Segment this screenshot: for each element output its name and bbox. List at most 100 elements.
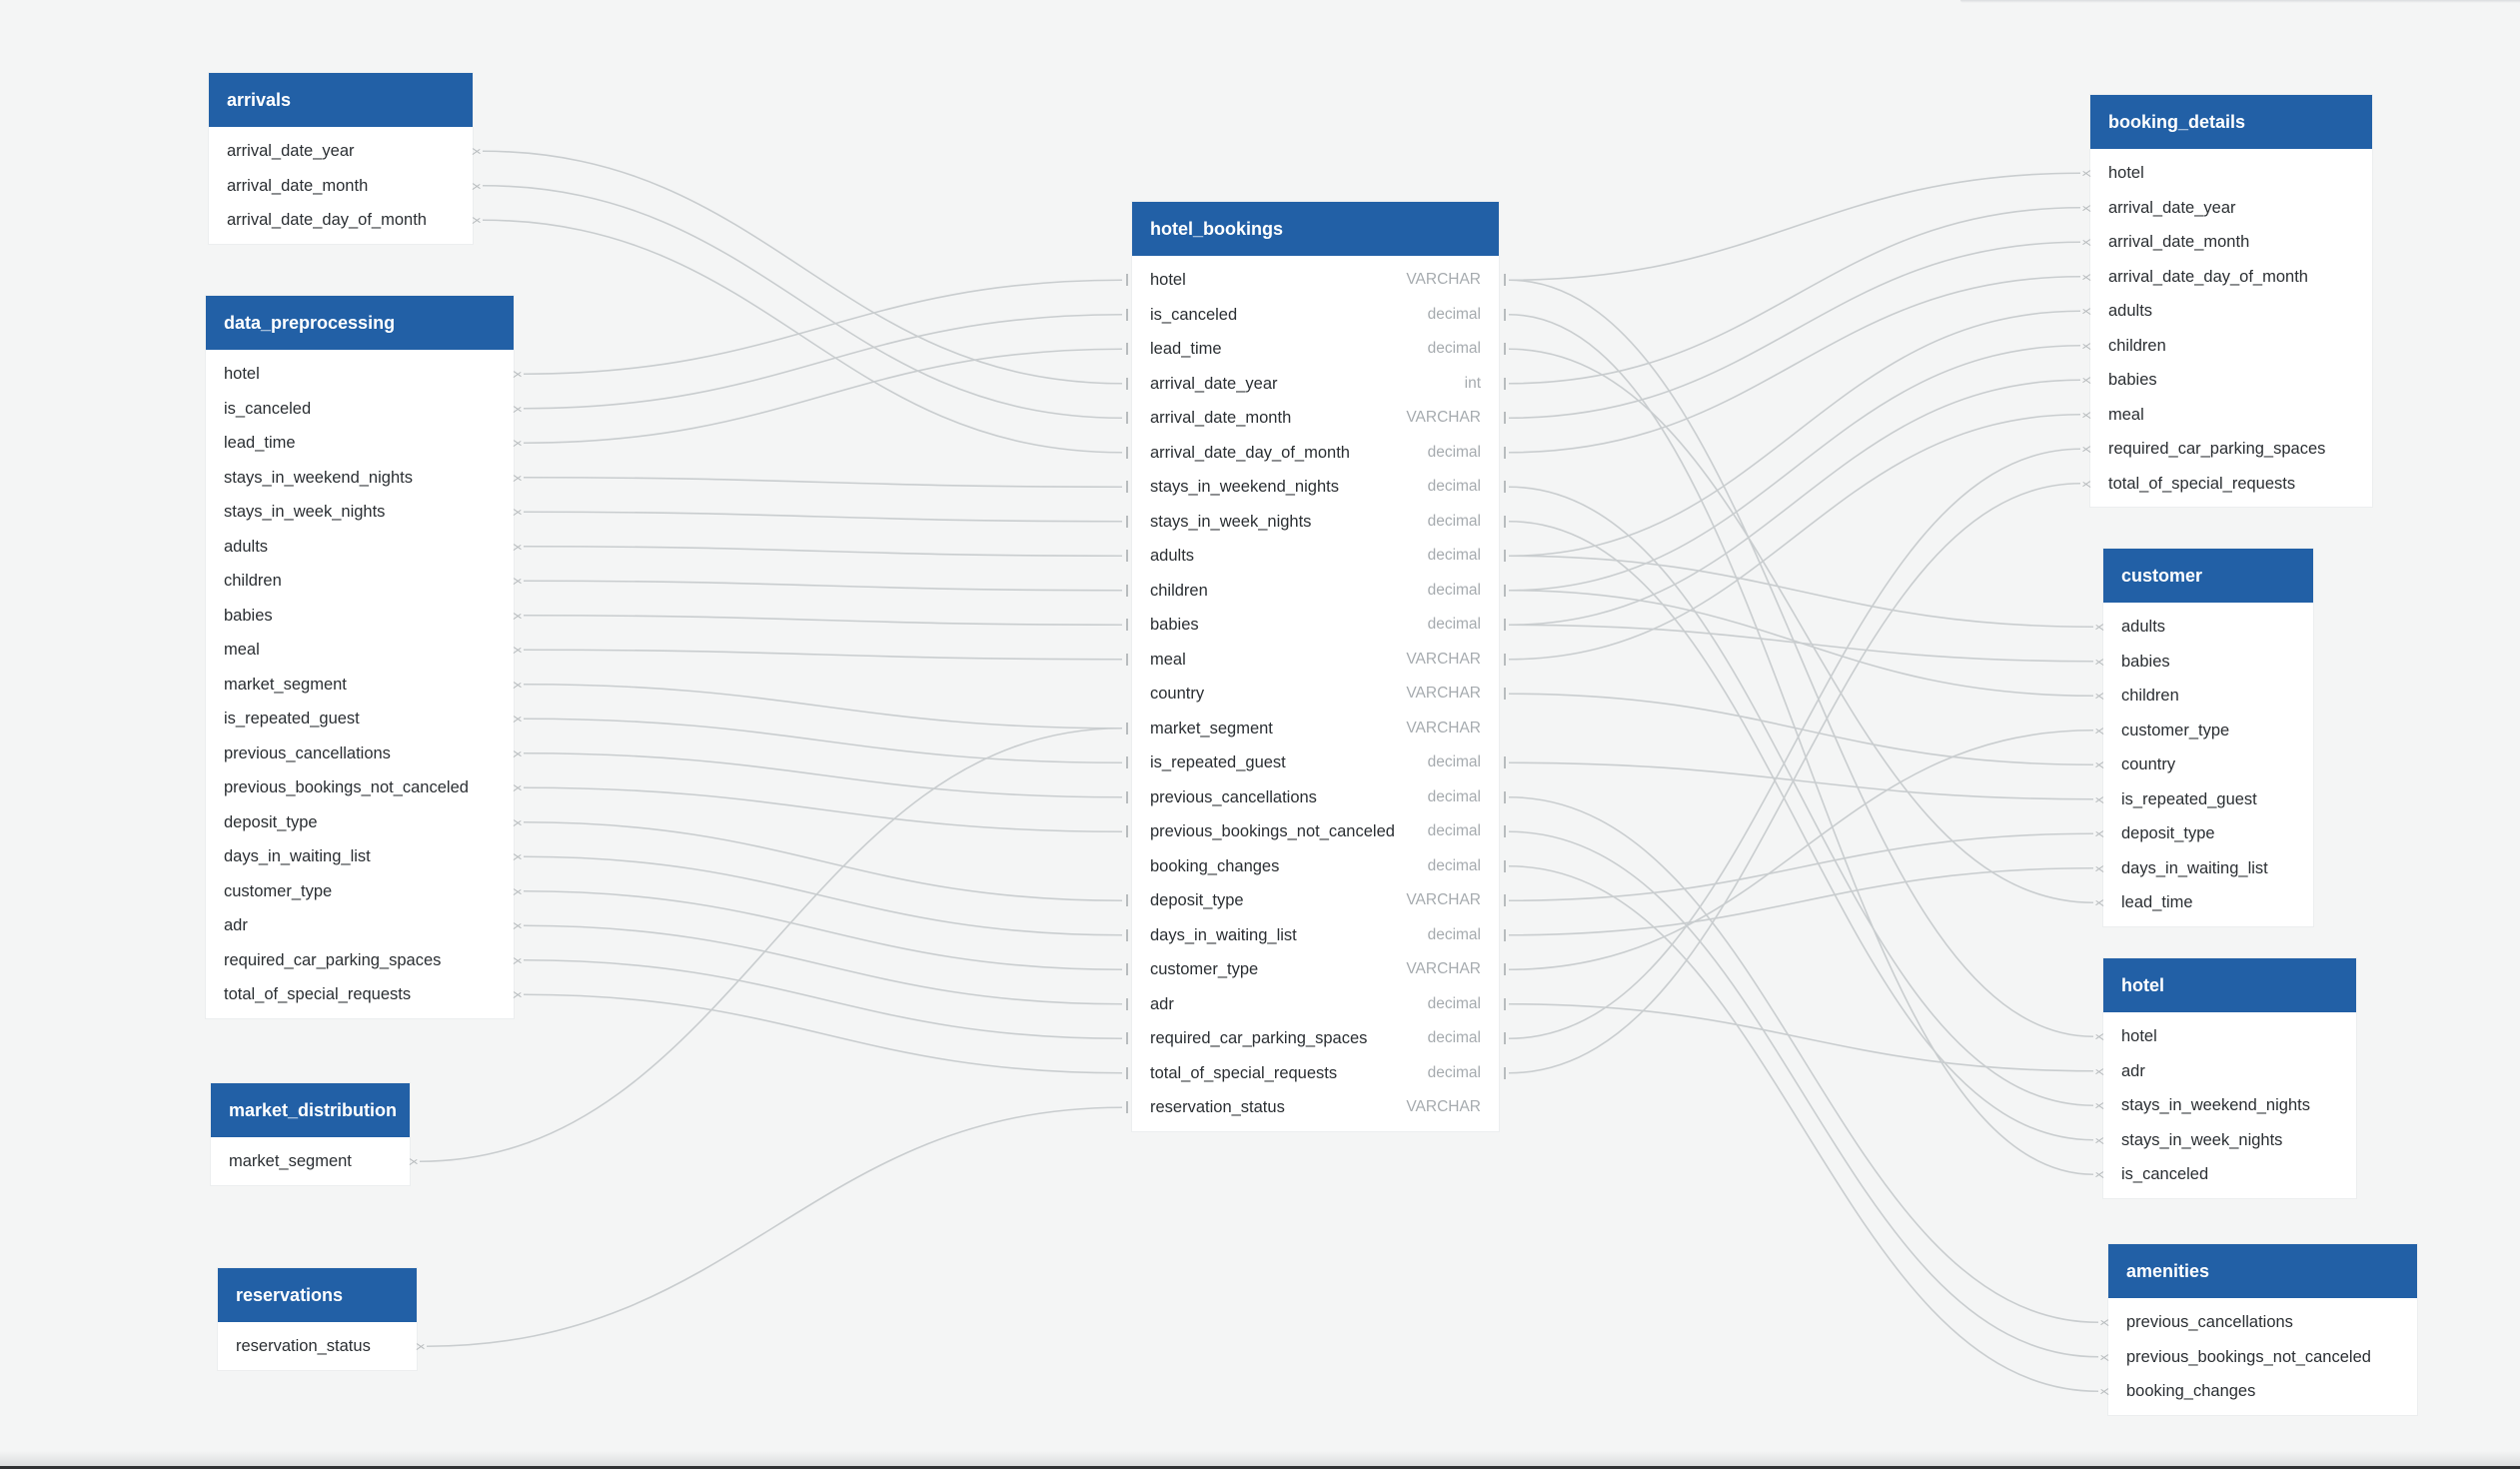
field-row[interactable]: hotel VARCHAR	[1132, 263, 1499, 298]
connector-hotel_bookings-customer-adults[interactable]	[1508, 555, 2094, 629]
field-row[interactable]: country VARCHAR	[1132, 677, 1499, 712]
connector-data_preprocessing-hotel_bookings-adr[interactable]	[523, 924, 1123, 1005]
connector-hotel_bookings-amenities-previous_cancellations[interactable]	[1508, 795, 2099, 1324]
field-row[interactable]: arrival_date_year int	[1132, 367, 1499, 402]
field-row[interactable]: required_car_parking_spaces	[2090, 432, 2372, 467]
table-header[interactable]: customer	[2103, 549, 2313, 603]
connector-data_preprocessing-hotel_bookings-days_in_waiting_list[interactable]	[523, 855, 1123, 936]
connector-hotel_bookings-amenities-previous_bookings_not_canceled[interactable]	[1508, 830, 2099, 1358]
connector-data_preprocessing-hotel_bookings-previous_cancellations[interactable]	[523, 751, 1123, 798]
connector-hotel_bookings-booking_details-total_of_special_requests[interactable]	[1508, 482, 2081, 1074]
connector-hotel_bookings-booking_details-arrival_date_month[interactable]	[1508, 241, 2081, 420]
connector-hotel_bookings-customer-deposit_type[interactable]	[1508, 832, 2094, 902]
connector-hotel_bookings-customer-country[interactable]	[1508, 693, 2094, 766]
connector-data_preprocessing-hotel_bookings-adults[interactable]	[523, 545, 1123, 558]
table-header[interactable]: hotel	[2103, 958, 2356, 1012]
connector-data_preprocessing-hotel_bookings-required_car_parking_spaces[interactable]	[523, 958, 1123, 1040]
table-arrivals[interactable]: arrivals arrival_date_year arrival_date_mo…	[209, 73, 473, 244]
field-row[interactable]: is_repeated_guest decimal	[1132, 745, 1499, 780]
connector-hotel_bookings-booking_details-adults[interactable]	[1508, 310, 2081, 558]
connector-data_preprocessing-hotel_bookings-is_repeated_guest[interactable]	[523, 718, 1123, 764]
connector-arrivals-hotel_bookings-arrival_date_month[interactable]	[482, 184, 1123, 420]
field-row[interactable]: previous_bookings_not_canceled	[2108, 1340, 2417, 1375]
field-row[interactable]: babies decimal	[1132, 608, 1499, 643]
table-header[interactable]: market_distribution	[211, 1083, 410, 1137]
connector-data_preprocessing-hotel_bookings-deposit_type[interactable]	[523, 820, 1123, 902]
field-row[interactable]: arrival_date_month	[209, 169, 473, 204]
field-row[interactable]: customer_type	[2103, 714, 2313, 748]
connector-arrivals-hotel_bookings-arrival_date_year[interactable]	[482, 150, 1123, 385]
field-row[interactable]: meal	[2090, 398, 2372, 433]
connector-hotel_bookings-booking_details-meal[interactable]	[1508, 413, 2081, 661]
field-row[interactable]: children	[2103, 679, 2313, 714]
field-row[interactable]: total_of_special_requests	[2090, 467, 2372, 502]
field-row[interactable]: is_canceled decimal	[1132, 298, 1499, 333]
field-row[interactable]: days_in_waiting_list	[206, 839, 514, 874]
connector-hotel_bookings-booking_details-arrival_date_day_of_month[interactable]	[1508, 275, 2081, 454]
field-row[interactable]: children decimal	[1132, 574, 1499, 609]
field-row[interactable]: stays_in_weekend_nights	[206, 461, 514, 496]
connector-data_preprocessing-hotel_bookings-total_of_special_requests[interactable]	[523, 993, 1123, 1074]
field-row[interactable]: arrival_date_year	[209, 134, 473, 169]
connector-hotel_bookings-amenities-booking_changes[interactable]	[1508, 864, 2099, 1393]
field-row[interactable]: arrival_date_month	[2090, 225, 2372, 260]
connector-hotel_bookings-hotel-hotel[interactable]	[1508, 279, 2094, 1038]
field-row[interactable]: market_segment	[211, 1144, 410, 1179]
field-row[interactable]: is_repeated_guest	[2103, 782, 2313, 817]
connector-hotel_bookings-hotel-stays_in_week_nights[interactable]	[1508, 520, 2094, 1141]
field-row[interactable]: previous_bookings_not_canceled	[206, 770, 514, 805]
connector-hotel_bookings-hotel-stays_in_weekend_nights[interactable]	[1508, 486, 2094, 1107]
connector-data_preprocessing-hotel_bookings-lead_time[interactable]	[523, 348, 1123, 445]
field-row[interactable]: stays_in_week_nights decimal	[1132, 505, 1499, 540]
field-row[interactable]: is_canceled	[206, 392, 514, 427]
field-row[interactable]: lead_time decimal	[1132, 332, 1499, 367]
table-header[interactable]: arrivals	[209, 73, 473, 127]
field-row[interactable]: previous_cancellations	[2108, 1305, 2417, 1340]
connector-data_preprocessing-hotel_bookings-previous_bookings_not_canceled[interactable]	[523, 786, 1123, 833]
field-row[interactable]: total_of_special_requests	[206, 977, 514, 1012]
connector-data_preprocessing-hotel_bookings-customer_type[interactable]	[523, 889, 1123, 971]
connector-hotel_bookings-hotel-adr[interactable]	[1508, 1002, 2094, 1072]
field-row[interactable]: total_of_special_requests decimal	[1132, 1056, 1499, 1091]
table-booking-details[interactable]: booking_details hotel arrival_date_year arr…	[2090, 95, 2372, 507]
connector-hotel_bookings-customer-babies[interactable]	[1508, 624, 2094, 663]
connector-hotel_bookings-booking_details-arrival_date_year[interactable]	[1508, 206, 2081, 385]
table-header[interactable]: reservations	[218, 1268, 417, 1322]
field-row[interactable]: hotel	[2090, 156, 2372, 191]
connector-hotel_bookings-customer-days_in_waiting_list[interactable]	[1508, 866, 2094, 936]
field-row[interactable]: customer_type VARCHAR	[1132, 952, 1499, 987]
field-row[interactable]: days_in_waiting_list decimal	[1132, 918, 1499, 953]
field-row[interactable]: adults	[206, 530, 514, 565]
connector-data_preprocessing-hotel_bookings-market_segment[interactable]	[523, 683, 1123, 730]
field-row[interactable]: market_segment	[206, 668, 514, 703]
connector-data_preprocessing-hotel_bookings-babies[interactable]	[523, 614, 1123, 627]
field-row[interactable]: stays_in_week_nights	[2103, 1123, 2356, 1158]
table-header[interactable]: hotel_bookings	[1132, 202, 1499, 256]
connector-reservations-hotel_bookings-reservation_status[interactable]	[426, 1106, 1123, 1348]
connector-market_distribution-hotel_bookings-market_segment[interactable]	[419, 727, 1123, 1163]
table-amenities[interactable]: amenities previous_cancellations previous_…	[2108, 1244, 2417, 1415]
field-row[interactable]: adults	[2090, 294, 2372, 329]
field-row[interactable]: required_car_parking_spaces	[206, 943, 514, 978]
field-row[interactable]: stays_in_weekend_nights decimal	[1132, 470, 1499, 505]
field-row[interactable]: is_canceled	[2103, 1157, 2356, 1192]
field-row[interactable]: adr	[206, 908, 514, 943]
field-row[interactable]: arrival_date_day_of_month	[209, 203, 473, 238]
field-row[interactable]: deposit_type	[206, 805, 514, 840]
table-hotel[interactable]: hotel hotel adr stays_in_weekend_nights stay…	[2103, 958, 2356, 1198]
field-row[interactable]: arrival_date_year	[2090, 191, 2372, 226]
field-row[interactable]: is_repeated_guest	[206, 702, 514, 736]
field-row[interactable]: adults	[2103, 610, 2313, 645]
connector-hotel_bookings-hotel-is_canceled[interactable]	[1508, 313, 2094, 1176]
connector-data_preprocessing-hotel_bookings-meal[interactable]	[523, 649, 1123, 661]
field-row[interactable]: adr decimal	[1132, 987, 1499, 1022]
table-data-preprocessing[interactable]: data_preprocessing hotel is_canceled lead_t…	[206, 296, 514, 1018]
field-row[interactable]: required_car_parking_spaces decimal	[1132, 1021, 1499, 1056]
connector-data_preprocessing-hotel_bookings-stays_in_weekend_nights[interactable]	[523, 476, 1123, 489]
field-row[interactable]: booking_changes decimal	[1132, 849, 1499, 884]
table-customer[interactable]: customer adults babies children customer_typ…	[2103, 549, 2313, 926]
field-row[interactable]: previous_cancellations	[206, 736, 514, 771]
connector-hotel_bookings-booking_details-hotel[interactable]	[1508, 172, 2081, 282]
field-row[interactable]: deposit_type	[2103, 816, 2313, 851]
connector-data_preprocessing-hotel_bookings-hotel[interactable]	[523, 279, 1123, 376]
